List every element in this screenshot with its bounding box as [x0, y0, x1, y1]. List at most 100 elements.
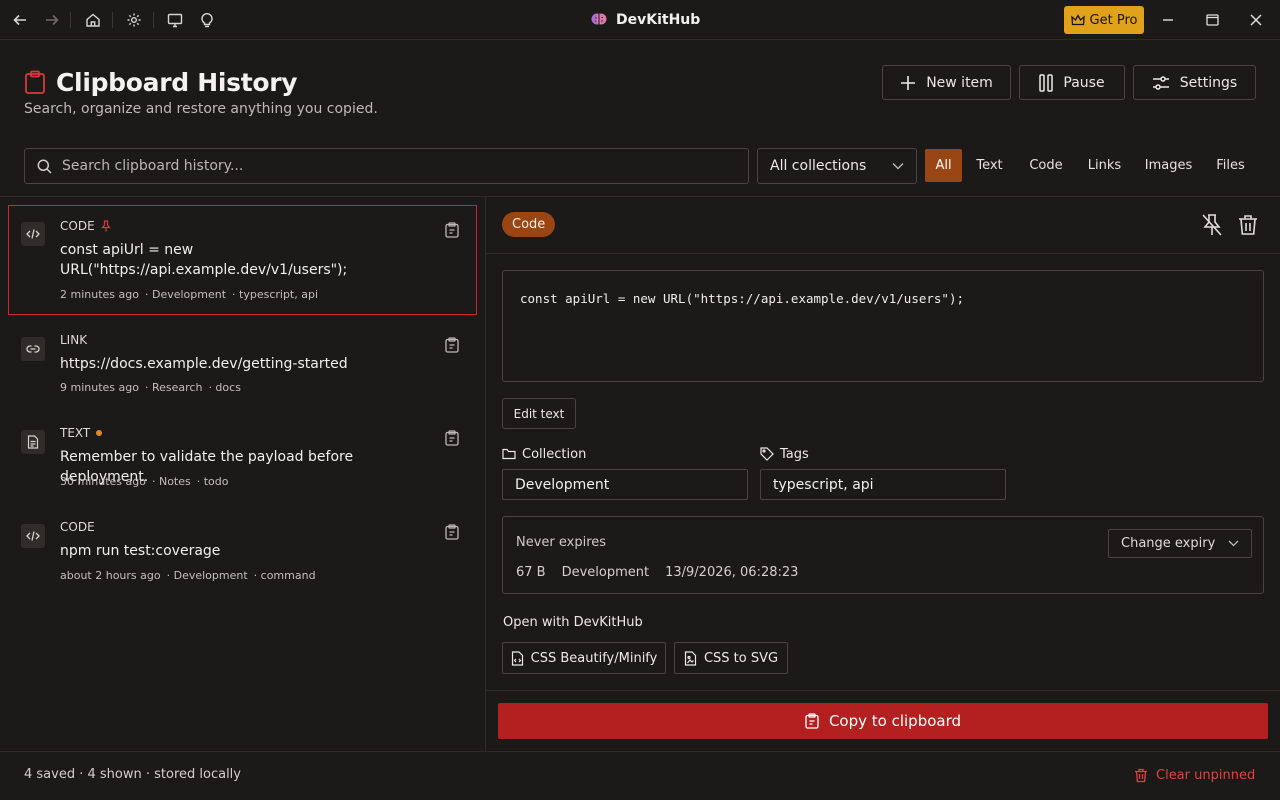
tags-label-text: Tags: [780, 446, 809, 462]
clear-unpinned-label: Clear unpinned: [1156, 767, 1256, 783]
trash-icon[interactable]: [1236, 212, 1260, 238]
folder-icon: [502, 448, 516, 460]
item-tags: · todo: [196, 475, 229, 488]
item-type: CODE: [60, 520, 95, 534]
type-badge: Code: [502, 212, 556, 237]
monitor-icon[interactable]: [165, 10, 185, 30]
item-meta: 9 minutes ago · Research · docs: [60, 381, 247, 394]
divider: [485, 196, 486, 751]
chevron-down-icon: [1228, 540, 1239, 547]
item-timestamp: 13/9/2026, 06:28:23: [665, 565, 799, 580]
link-icon: [21, 337, 45, 361]
file-code-icon: [511, 650, 524, 666]
brain-logo-icon: [590, 11, 608, 29]
collection-label-text: Collection: [522, 446, 587, 462]
list-item[interactable]: TEXT Remember to validate the payload be…: [8, 413, 477, 497]
item-meta: 2 minutes ago · Development · typescript, …: [60, 288, 324, 301]
item-type: TEXT: [60, 426, 103, 440]
unsaved-dot-icon: [96, 430, 103, 436]
item-text: https://docs.example.dev/getting-started: [60, 356, 348, 372]
minimize-icon[interactable]: [1158, 10, 1178, 30]
item-time: 9 minutes ago: [60, 381, 139, 394]
css-to-svg-button[interactable]: CSS to SVG: [674, 642, 788, 674]
code-icon: [21, 524, 45, 548]
get-pro-button[interactable]: Get Pro: [1064, 6, 1144, 34]
item-tags: · command: [253, 569, 316, 582]
copy-icon[interactable]: [443, 221, 461, 239]
collection-label: Collection: [502, 444, 586, 464]
item-type: LINK: [60, 333, 87, 347]
lightbulb-icon[interactable]: [197, 10, 217, 30]
css-beautify-button[interactable]: CSS Beautify/Minify: [502, 642, 666, 674]
filter-tab-images[interactable]: Images: [1141, 149, 1196, 182]
change-expiry-label: Change expiry: [1121, 536, 1216, 551]
css-to-svg-label: CSS to SVG: [703, 650, 779, 666]
item-type-label: TEXT: [60, 426, 91, 440]
page-subtitle: Search, organize and restore anything yo…: [24, 101, 378, 117]
sliders-icon: [1152, 74, 1170, 92]
divider: [0, 196, 1280, 197]
search-input[interactable]: [62, 158, 722, 174]
close-icon[interactable]: [1246, 10, 1266, 30]
tag-icon: [760, 447, 774, 461]
css-beautify-label: CSS Beautify/Minify: [530, 650, 658, 666]
item-collection: · Development: [144, 288, 227, 301]
divider: [486, 690, 1280, 691]
maximize-icon[interactable]: [1202, 10, 1222, 30]
new-item-button[interactable]: New item: [882, 65, 1011, 100]
list-item[interactable]: CODE const apiUrl = new URL("https://api…: [8, 205, 477, 315]
collections-dropdown[interactable]: All collections: [757, 148, 917, 184]
pause-button[interactable]: Pause: [1019, 65, 1125, 100]
chevron-down-icon: [892, 162, 904, 170]
expiry-status: Never expires: [516, 535, 607, 550]
copy-to-clipboard-button[interactable]: Copy to clipboard: [498, 703, 1268, 739]
item-text: npm run test:coverage: [60, 543, 221, 559]
gear-icon[interactable]: [124, 10, 144, 30]
crown-icon: [1070, 14, 1085, 26]
list-item[interactable]: CODE npm run test:coverage about 2 hours…: [8, 507, 477, 591]
change-expiry-dropdown[interactable]: Change expiry: [1108, 529, 1252, 558]
tags-label: Tags: [760, 444, 809, 464]
copy-icon[interactable]: [443, 336, 461, 354]
settings-button[interactable]: Settings: [1133, 65, 1256, 100]
clipboard-copy-icon: [805, 713, 819, 729]
divider: [486, 253, 1280, 254]
home-icon[interactable]: [83, 10, 103, 30]
item-tags: · docs: [208, 381, 241, 394]
filter-tab-files[interactable]: Files: [1211, 149, 1250, 182]
clipboard-icon: [24, 70, 46, 94]
list-item[interactable]: LINK https://docs.example.dev/getting-st…: [8, 320, 477, 404]
title-bar: DevKitHub Get Pro: [0, 0, 1280, 40]
item-size: 67 B: [516, 565, 546, 580]
collections-selected: All collections: [770, 158, 867, 174]
copy-icon[interactable]: [443, 429, 461, 447]
filter-tab-all[interactable]: All: [925, 149, 962, 182]
item-info: 67 B Development 13/9/2026, 06:28:23: [516, 565, 814, 580]
page-title: Clipboard History: [56, 67, 298, 97]
edit-text-button[interactable]: Edit text: [502, 398, 576, 429]
new-item-label: New item: [926, 74, 993, 91]
tags-field[interactable]: [760, 469, 1006, 500]
file-image-icon: [684, 650, 697, 666]
collection-field[interactable]: [502, 469, 748, 500]
unpin-icon[interactable]: [1200, 212, 1224, 238]
back-arrow-icon[interactable]: [10, 10, 30, 30]
clear-unpinned-button[interactable]: Clear unpinned: [1134, 765, 1255, 785]
item-time: 2 minutes ago: [60, 288, 139, 301]
document-icon: [21, 430, 45, 454]
divider: [0, 751, 1280, 752]
item-meta: 30 minutes ago · Notes · todo: [60, 475, 235, 488]
item-time: about 2 hours ago: [60, 569, 161, 582]
filter-tab-text[interactable]: Text: [971, 149, 1008, 182]
settings-label: Settings: [1179, 74, 1238, 91]
copy-icon[interactable]: [443, 523, 461, 541]
item-text: const apiUrl = new URL("https://api.exam…: [60, 242, 348, 278]
item-type-label: CODE: [60, 219, 95, 233]
search-box: [24, 148, 749, 184]
pause-icon: [1039, 73, 1054, 92]
app-name: DevKitHub: [616, 12, 701, 28]
filter-tab-code[interactable]: Code: [1024, 149, 1068, 182]
open-with-label: Open with DevKitHub: [503, 615, 643, 630]
forward-arrow-icon[interactable]: [42, 10, 62, 30]
filter-tab-links[interactable]: Links: [1084, 149, 1125, 182]
